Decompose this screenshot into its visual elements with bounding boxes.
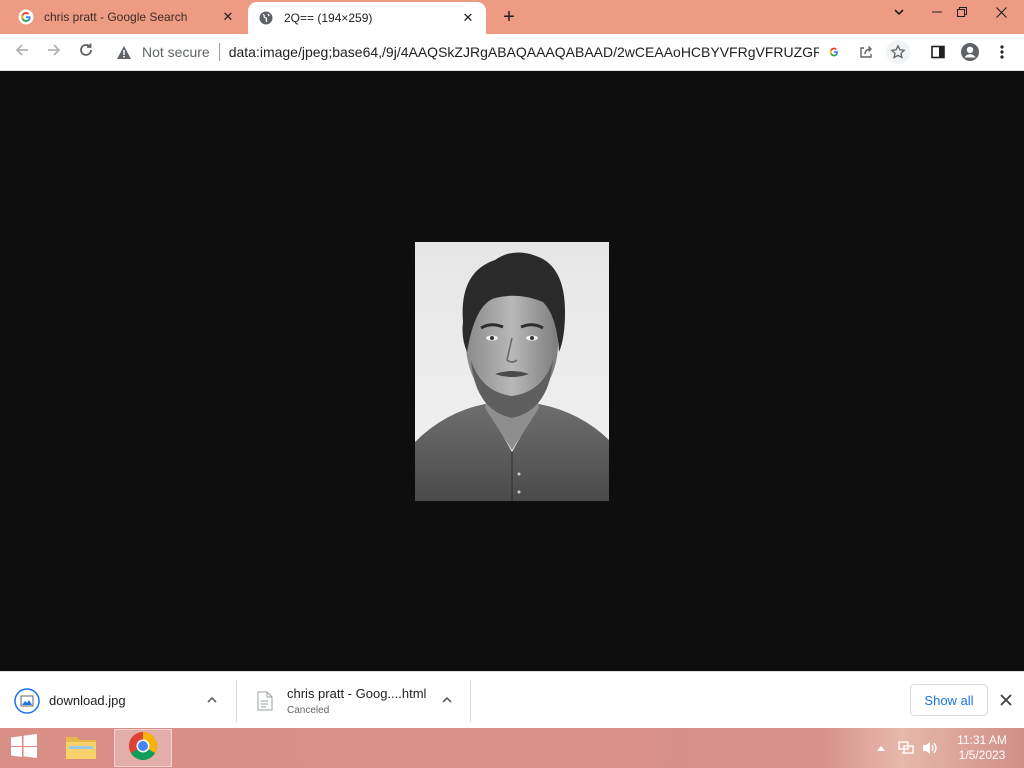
download-status: Canceled (287, 704, 330, 716)
download-divider (470, 680, 471, 722)
arrow-left-icon (13, 41, 31, 64)
arrow-right-icon (45, 41, 63, 64)
security-label[interactable]: Not secure (142, 44, 210, 60)
profile-avatar-icon[interactable] (958, 40, 982, 64)
close-tab-icon[interactable]: ✕ (460, 10, 476, 26)
restore-icon[interactable] (947, 2, 977, 22)
show-all-button[interactable]: Show all (910, 684, 988, 716)
taskbar-clock[interactable]: 11:31 AM 1/5/2023 (948, 733, 1016, 763)
close-tab-icon[interactable]: ✕ (220, 9, 236, 25)
download-filename: chris pratt - Goog....html (287, 685, 427, 701)
clock-date: 1/5/2023 (958, 748, 1006, 762)
browser-toolbar: Not secure data:image/jpeg;base64,/9j/4A… (0, 34, 1024, 71)
globe-icon (258, 10, 274, 26)
taskbar-file-explorer[interactable] (52, 729, 110, 767)
portrait-photo[interactable] (415, 242, 609, 501)
download-divider (236, 680, 237, 722)
network-icon[interactable] (896, 738, 916, 758)
close-icon[interactable] (996, 690, 1016, 710)
folder-icon (65, 732, 97, 765)
clock-time: 11:31 AM (957, 733, 1007, 747)
volume-icon[interactable] (920, 738, 940, 758)
tab-title: chris pratt - Google Search (44, 10, 188, 24)
forward-button[interactable] (42, 40, 66, 64)
download-item[interactable]: download.jpg (14, 678, 224, 723)
chevron-up-icon[interactable] (439, 692, 455, 708)
share-icon[interactable] (854, 40, 878, 64)
google-lens-icon[interactable] (822, 40, 846, 64)
chrome-icon (128, 731, 158, 766)
reload-icon (77, 41, 95, 64)
tab-search-chevron-icon[interactable] (884, 2, 914, 22)
omnibox-divider (218, 43, 220, 61)
image-file-icon (14, 687, 40, 714)
taskbar-chrome[interactable] (114, 729, 172, 767)
warning-triangle-icon[interactable] (114, 45, 134, 60)
windows-logo-icon (10, 733, 38, 763)
download-item[interactable]: chris pratt - Goog....html Canceled (252, 678, 442, 723)
download-bar: download.jpg chris pratt - Goog....html … (0, 671, 1024, 728)
reload-button[interactable] (74, 40, 98, 64)
address-bar[interactable]: Not secure data:image/jpeg;base64,/9j/4A… (104, 37, 916, 67)
start-button[interactable] (8, 733, 40, 763)
new-tab-button[interactable]: + (498, 6, 520, 28)
tab-title: 2Q== (194×259) (284, 11, 373, 25)
more-menu-icon[interactable] (990, 40, 1014, 64)
tab-strip: chris pratt - Google Search ✕ 2Q== (194×… (0, 0, 1024, 34)
document-file-icon (252, 688, 278, 714)
tray-overflow-icon[interactable] (875, 738, 887, 758)
close-window-icon[interactable] (986, 2, 1016, 22)
url-text[interactable]: data:image/jpeg;base64,/9j/4AAQSkZJRgABA… (229, 44, 819, 60)
google-g-icon (18, 9, 34, 25)
tab-image[interactable]: 2Q== (194×259) ✕ (248, 2, 486, 34)
bookmark-star-icon[interactable] (886, 40, 910, 64)
download-filename: download.jpg (49, 693, 126, 708)
tab-google-search[interactable]: chris pratt - Google Search ✕ (8, 0, 246, 34)
side-panel-icon[interactable] (926, 40, 950, 64)
chevron-up-icon[interactable] (204, 692, 220, 708)
image-viewer (0, 71, 1024, 671)
back-button[interactable] (10, 40, 34, 64)
windows-taskbar: 11:31 AM 1/5/2023 (0, 728, 1024, 768)
